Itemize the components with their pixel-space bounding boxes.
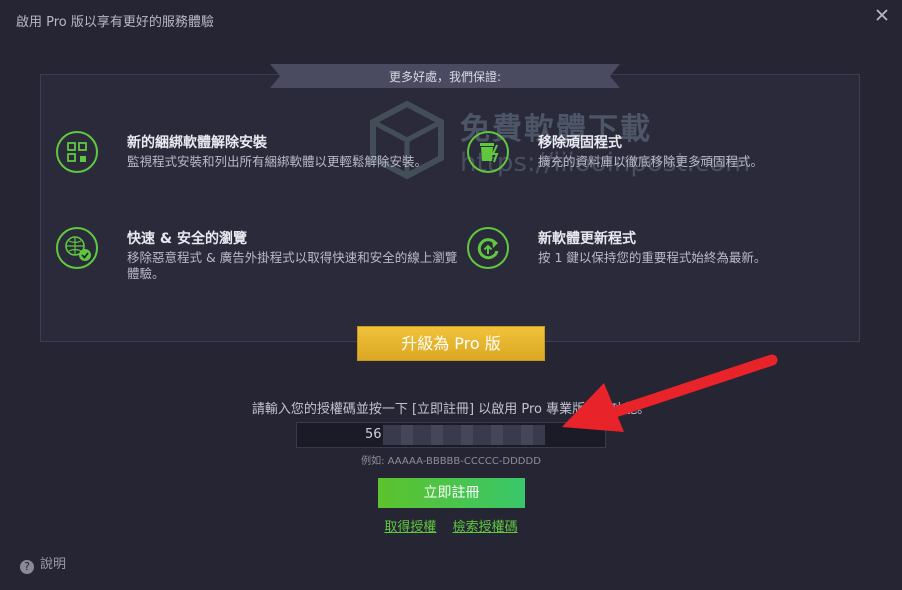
find-license-link[interactable]: 檢索授權碼 [453,520,518,535]
feature-title: 新的綑綁軟體解除安裝 [127,135,267,151]
trash-icon [467,131,509,173]
benefits-panel [40,74,860,342]
upgrade-pro-button[interactable]: 升級為 Pro 版 [357,326,545,361]
help-icon: ? [20,560,34,574]
license-key-input[interactable]: 56 [296,422,606,448]
feature-title: 新軟體更新程式 [538,231,636,247]
redacted-key [383,425,545,445]
feature-stubborn-removal: 移除頑固程式 擴充的資料庫以徹底移除更多頑固程式。 [466,130,846,190]
help-link[interactable]: ? 說明 [20,553,66,574]
license-example: 例如: AAAAA-BBBBB-CCCCC-DDDDD [361,456,541,467]
license-prompt: 請輸入您的授權碼並按一下 [立即註冊] 以啟用 Pro 專業版全部功能。 [251,402,651,417]
feature-software-updater: 新軟體更新程式 按 1 鍵以保持您的重要程式始終為最新。 [466,226,846,286]
refresh-icon [467,227,509,269]
license-key-value: 56 [365,427,382,442]
globe-check-icon [56,227,98,269]
window-title: 啟用 Pro 版以享有更好的服務體驗 [16,15,214,30]
get-license-link[interactable]: 取得授權 [384,520,436,535]
feature-desc: 按 1 鍵以保持您的重要程式始終為最新。 [538,250,767,265]
feature-desc: 移除惡意程式 & 廣告外掛程式以取得快速和安全的線上瀏覽體驗。 [127,250,458,281]
benefits-ribbon: 更多好處，我們保證: [270,64,620,88]
close-icon[interactable] [874,7,890,23]
feature-title: 快速 & 安全的瀏覽 [127,231,247,247]
feature-desc: 擴充的資料庫以徹底移除更多頑固程式。 [538,154,764,169]
uninstall-bundle-icon [56,131,98,173]
license-links: 取得授權 檢索授權碼 [0,516,902,535]
feature-bundle-uninstall: 新的綑綁軟體解除安裝 監視程式安裝和列出所有綑綁軟體以更輕鬆解除安裝。 [55,130,455,190]
feature-safe-browsing: 快速 & 安全的瀏覽 移除惡意程式 & 廣告外掛程式以取得快速和安全的線上瀏覽體… [55,226,457,286]
help-label: 說明 [40,557,67,572]
ribbon-text: 更多好處，我們保證: [388,70,502,84]
feature-desc: 監視程式安裝和列出所有綑綁軟體以更輕鬆解除安裝。 [127,154,428,169]
register-now-button[interactable]: 立即註冊 [378,478,525,508]
feature-title: 移除頑固程式 [538,135,622,151]
